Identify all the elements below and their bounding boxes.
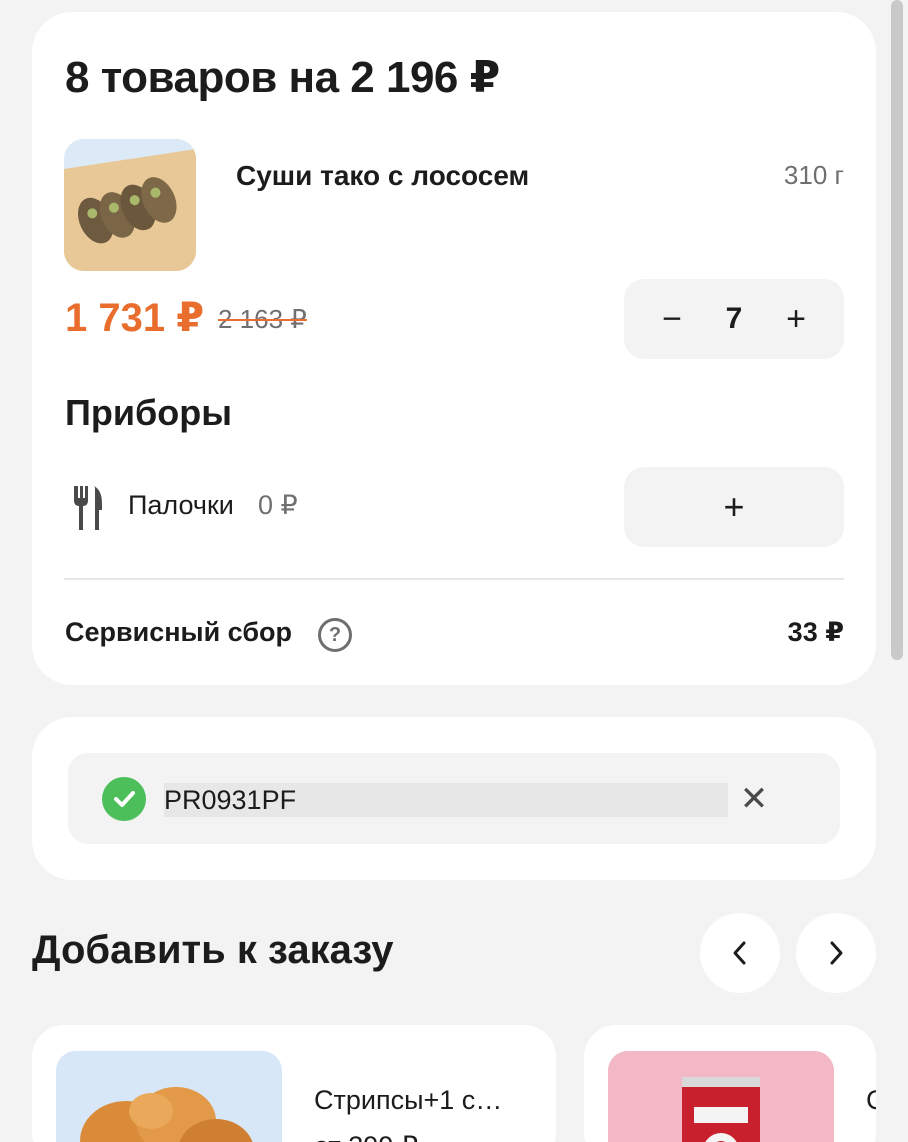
clear-icon[interactable]: ✕ [734,777,774,821]
quantity-value: 7 [725,302,743,335]
chopsticks-price: 0 ₽ [258,490,298,520]
add-chopsticks-button[interactable]: + [624,467,844,547]
recommendation-price: от 399 ₽ [314,1131,418,1142]
recommendation-name: Стрипсы+1 с… [314,1085,503,1115]
promo-card: ✕ [32,717,876,880]
divider [64,578,844,580]
product-image [56,1051,282,1142]
product-weight: 310 г [783,160,844,190]
cutlery-section-title: Приборы [65,392,232,433]
order-card: 8 товаров на 2 196 ₽ Суши тако с лососем… [32,12,876,685]
price-current: 1 731 ₽ [65,296,205,340]
quantity-stepper: − 7 + [624,279,844,359]
product-image[interactable] [64,139,196,271]
recommendation-name: С [866,1085,876,1115]
check-icon [102,777,146,821]
scrollbar[interactable] [891,0,903,660]
cutlery-icon [74,486,102,530]
recommendations-title: Добавить к заказу [32,928,394,972]
carousel-prev-button[interactable] [700,913,780,993]
recommendation-card[interactable]: С [584,1025,876,1142]
increase-button[interactable]: + [764,279,828,359]
price-old: 2 163 ₽ [218,304,307,334]
order-title: 8 товаров на 2 196 ₽ [65,53,500,102]
service-fee-price: 33 ₽ [787,617,844,647]
decrease-button[interactable]: − [640,279,704,359]
carousel-next-button[interactable] [796,913,876,993]
product-image [608,1051,834,1142]
help-icon[interactable]: ? [318,618,352,652]
product-name[interactable]: Суши тако с лососем [236,160,529,192]
chevron-right-icon [830,941,843,965]
chevron-left-icon [733,941,746,965]
promo-field: ✕ [68,753,840,844]
recommendation-card[interactable]: Стрипсы+1 с… от 399 ₽ [32,1025,556,1142]
service-fee-label: Сервисный сбор [65,617,293,647]
promo-code-input[interactable] [164,783,728,817]
chopsticks-label: Палочки [128,490,234,520]
